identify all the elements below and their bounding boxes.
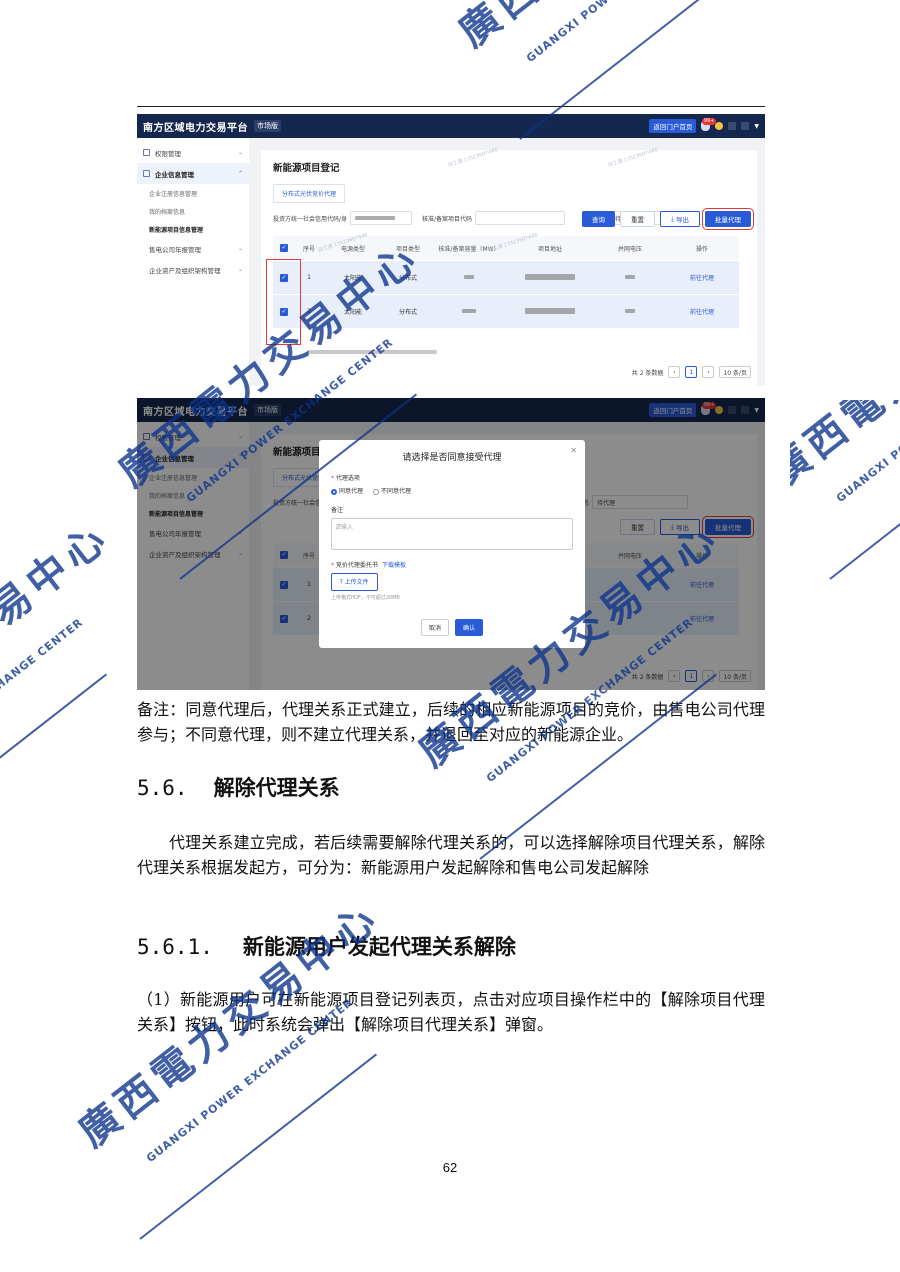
project-table: ✓ 序号 电源类型 项目类型 核准/备案容量（MW） 项目地址 并网电压 操作 … [273, 236, 739, 328]
section-number: 5.6. [137, 776, 188, 800]
watermark-seal: 廣西電力交易中心 GUANGXI POWER EXCHANGE CENTER [790, 400, 900, 620]
building-icon [143, 170, 150, 177]
remark-label: 备注 [331, 507, 344, 514]
disagree-radio[interactable]: 不同意代理 [373, 486, 411, 495]
agency-dialog: 请选择是否同意接受代理 ✕ * 代理选项 同意代理 不同意代理 备注 请输入 *… [319, 440, 585, 648]
intro-paragraph: 代理关系建立完成，若后续需要解除代理关系的，可以选择解除项目代理关系，解除代理关… [137, 833, 765, 877]
user-avatar-icon[interactable] [715, 122, 724, 130]
confirm-button[interactable]: 确认 [455, 619, 484, 636]
section-title: 解除代理关系 [213, 775, 340, 800]
sidebar: 权限管理 ⌄ 企业信息管理 ⌃ 企业注册信息管理 我的档案信息 新能源项目信息管理 … [137, 138, 249, 386]
app-title: 南方区域电力交易平台 [143, 122, 248, 134]
download-template-link[interactable]: 下载模板 [382, 562, 406, 569]
note-paragraph: 备注：同意代理后，代理关系正式建立，后续的相应新能源项目的竞价，由售电公司代理参… [137, 700, 765, 744]
subsection-number: 5.6.1. [137, 935, 213, 959]
screenshot-project-list: 南方区域电力交易平台 市场版 返回门户首页 99+ ▼ 权限管理 ⌄ 企业信息管理… [137, 114, 765, 386]
next-page-button[interactable]: › [702, 366, 715, 378]
current-page[interactable]: 1 [685, 366, 698, 378]
caret-down-icon[interactable]: ▼ [754, 123, 759, 130]
sidebar-item-permissions[interactable]: 权限管理 ⌄ [137, 142, 249, 163]
dialog-footer: 取消 确认 [319, 619, 585, 636]
sidebar-item-archive[interactable]: 我的档案信息 [137, 202, 249, 220]
export-button[interactable]: ⤓ 导出 [660, 211, 700, 227]
bell-icon[interactable]: 99+ [701, 117, 717, 131]
cancel-button[interactable]: 取消 [420, 619, 449, 636]
section-heading: 5.6. 解除代理关系 [137, 772, 340, 802]
horizontal-scrollbar[interactable] [307, 350, 437, 354]
step-paragraph: （1）新能源用户可在新能源项目登记列表页，点击对应项目操作栏中的【解除项目代理关… [137, 990, 765, 1034]
agency-option-label: * 代理选项 [331, 475, 360, 482]
menu-square-icon[interactable] [728, 122, 737, 130]
table-row: ✓ 1 太阳能 分布式 前往代理 [273, 260, 739, 294]
table-row: ✓ 2 太阳能 分布式 前往代理 [273, 294, 739, 328]
chevron-down-icon: ⌄ [237, 266, 243, 273]
home-button[interactable]: 返回门户首页 [649, 119, 697, 133]
reset-button[interactable]: 重置 [620, 211, 656, 227]
page-title: 新能源项目登记 [273, 163, 340, 174]
highlight-checkbox-box [266, 259, 301, 345]
table-icon [143, 149, 150, 156]
subsection-heading: 5.6.1. 新能源用户发起代理关系解除 [137, 931, 516, 961]
agency-radio-group: 同意代理 不同意代理 [331, 486, 573, 495]
sidebar-item-annual-report[interactable]: 售电公司年报管理 ⌄ [137, 238, 249, 259]
page-number: 62 [442, 1160, 458, 1175]
upload-hint: 上传格式PDF，不可超过20MB [331, 595, 400, 601]
action-buttons: 查询 重置 ⤓ 导出 批量代理 [582, 208, 754, 230]
notification-badge: 99+ [701, 117, 717, 125]
screenshot-agency-dialog: 南方区域电力交易平台 市场版 返回门户首页 99+ ▼ 权限管理 ⌄ 企业信息管理… [137, 398, 765, 690]
go-to-agency-link[interactable]: 前往代理 [665, 273, 739, 282]
upload-file-button[interactable]: ⤒ 上传文件 [331, 573, 378, 591]
sidebar-item-registration[interactable]: 企业注册信息管理 [137, 184, 249, 202]
credit-code-input[interactable] [350, 211, 413, 225]
project-code-input[interactable] [475, 211, 566, 225]
header-rule [137, 106, 765, 107]
dialog-title: 请选择是否同意接受代理 [402, 453, 502, 463]
filter-project-label: 核准/备案项目代码 [422, 215, 473, 223]
page-size-select[interactable]: 10 条/页 [719, 366, 751, 378]
chevron-up-icon: ⌃ [237, 170, 243, 177]
close-icon[interactable]: ✕ [570, 446, 577, 455]
chevron-down-icon: ⌄ [237, 245, 243, 252]
sidebar-item-assets[interactable]: 企业资产及组织架构管理 ⌄ [137, 259, 249, 280]
agree-radio[interactable]: 同意代理 [331, 486, 363, 495]
select-all-checkbox[interactable]: ✓ [280, 244, 288, 252]
app-tag: 市场版 [254, 120, 281, 132]
batch-agency-button[interactable]: 批量代理 [702, 208, 754, 230]
sidebar-item-enterprise[interactable]: 企业信息管理 ⌃ [137, 163, 249, 184]
query-button[interactable]: 查询 [582, 211, 616, 227]
filter-credit-label: 投资方统一社会信用代码/身 [273, 215, 348, 223]
subsection-title: 新能源用户发起代理关系解除 [242, 934, 516, 959]
attorney-label: * 竞价代理委托书 下载模板 [331, 562, 406, 569]
menu-square-icon[interactable] [741, 122, 750, 130]
sidebar-item-renewable-projects[interactable]: 新能源项目信息管理 [137, 220, 249, 238]
chevron-down-icon: ⌄ [237, 149, 243, 156]
total-count: 共 2 条数据 [631, 369, 664, 377]
pagination: 共 2 条数据 ‹ 1 › 10 条/页 [632, 366, 751, 378]
remark-textarea[interactable]: 请输入 [331, 518, 573, 550]
app-header: 南方区域电力交易平台 市场版 返回门户首页 99+ ▼ [137, 114, 765, 138]
prev-page-button[interactable]: ‹ [668, 366, 681, 378]
go-to-agency-link[interactable]: 前往代理 [665, 307, 739, 316]
tab-distributed-pv[interactable]: 分布式光伏竞价代理 [273, 184, 346, 203]
